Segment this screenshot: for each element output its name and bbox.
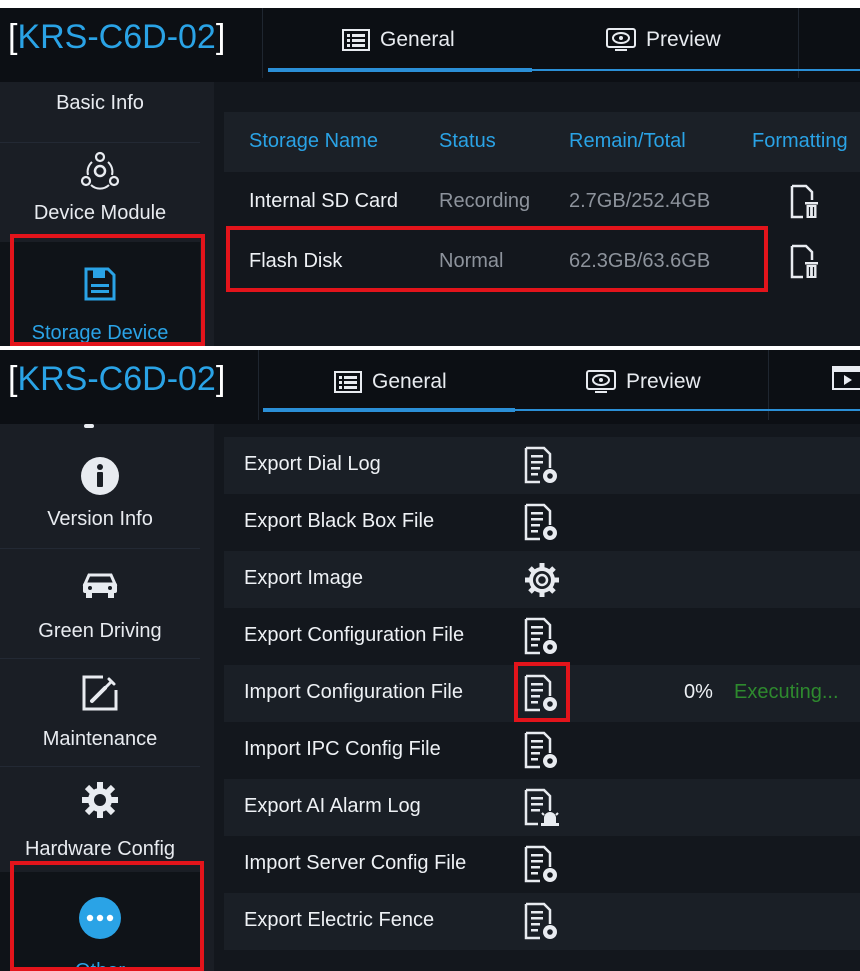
option-label: Import Configuration File: [244, 681, 463, 703]
maintenance-icon: [82, 675, 118, 711]
highlight-box: [226, 226, 768, 292]
sidebar-item-hardware-config[interactable]: Hardware Config: [0, 768, 200, 872]
list-item[interactable]: Import Server Config File: [224, 836, 860, 893]
sidebar-item-label: Hardware Config: [24, 838, 176, 860]
option-label: Export Electric Fence: [244, 909, 435, 931]
list-item[interactable]: Export AI Alarm Log: [224, 779, 860, 836]
camera-gear-icon[interactable]: [522, 560, 562, 600]
bottom-header: [KRS-C6D-02] General Preview: [0, 350, 860, 424]
sidebar-item-basic-info[interactable]: Basic Info: [0, 82, 200, 146]
sidebar-item-version-info[interactable]: Version Info: [0, 442, 200, 548]
sidebar-item-label: Basic Info: [56, 92, 144, 114]
storage-table: Storage Name Status Remain/Total Formatt…: [214, 82, 860, 346]
option-label: Import IPC Config File: [244, 738, 441, 760]
column-header: Remain/Total: [569, 130, 686, 152]
device-module-icon: [80, 151, 120, 190]
highlight-box: [10, 234, 205, 346]
doc-gear-icon[interactable]: [522, 902, 562, 942]
list-item[interactable]: Export Image: [224, 551, 860, 608]
column-header: Storage Name: [249, 130, 378, 152]
progress-status: Executing...: [734, 681, 839, 703]
doc-gear-icon[interactable]: [522, 446, 562, 486]
list-item[interactable]: Export Configuration File: [224, 608, 860, 665]
option-label: Export Image: [244, 567, 363, 589]
option-label: Import Server Config File: [244, 852, 467, 874]
list-item[interactable]: Import IPC Config File: [224, 722, 860, 779]
gear-icon: [82, 782, 118, 818]
progress-percent: 0%: [684, 681, 713, 703]
highlight-box: [10, 861, 204, 971]
format-trash-icon[interactable]: [790, 184, 820, 220]
option-label: Export AI Alarm Log: [244, 795, 421, 817]
doc-gear-icon[interactable]: [522, 617, 562, 657]
list-item[interactable]: Export Dial Log: [224, 437, 860, 494]
list-item[interactable]: Export Black Box File: [224, 494, 860, 551]
list-item[interactable]: Export Electric Fence: [224, 893, 860, 950]
doc-gear-icon[interactable]: [522, 503, 562, 543]
sidebar-item-label: Device Module: [33, 202, 167, 224]
storage-name: Internal SD Card: [249, 190, 398, 212]
table-header: Storage Name Status Remain/Total Formatt…: [224, 112, 860, 172]
option-label: Export Configuration File: [244, 624, 465, 646]
table-row: Internal SD Card Recording 2.7GB/252.4GB: [224, 172, 860, 232]
doc-alarm-icon[interactable]: [522, 788, 562, 828]
sidebar-item-green-driving[interactable]: Green Driving: [0, 550, 200, 658]
tab-preview[interactable]: Preview: [606, 20, 721, 60]
preview-tab-icon: [606, 28, 636, 51]
tab-general[interactable]: General: [342, 20, 455, 60]
option-label: Export Black Box File: [244, 510, 435, 532]
device-title: [KRS-C6D-02]: [8, 18, 226, 56]
playback-tab-icon[interactable]: [832, 366, 860, 390]
sidebar-item-device-module[interactable]: Device Module: [0, 146, 200, 238]
general-tab-icon: [334, 371, 362, 393]
device-title: [KRS-C6D-02]: [8, 360, 226, 398]
storage-remain-total: 2.7GB/252.4GB: [569, 190, 711, 212]
sidebar-item-label: Maintenance: [42, 728, 158, 750]
option-label: Export Dial Log: [244, 453, 381, 475]
car-icon: [82, 573, 118, 598]
preview-tab-icon: [586, 370, 616, 393]
doc-gear-icon[interactable]: [522, 845, 562, 885]
doc-gear-icon[interactable]: [522, 731, 562, 771]
storage-status: Recording: [439, 190, 531, 212]
info-icon: [81, 457, 119, 495]
tab-general[interactable]: General: [334, 362, 447, 402]
column-header: Formatting: [752, 130, 848, 152]
sidebar-item-label: Green Driving: [38, 620, 162, 642]
sidebar-item-label: Version Info: [47, 508, 153, 530]
other-screen: [KRS-C6D-02] General Preview Version Inf…: [0, 350, 860, 971]
general-tab-icon: [342, 29, 370, 51]
column-header: Status: [439, 130, 496, 152]
format-trash-icon[interactable]: [790, 244, 820, 280]
tab-preview[interactable]: Preview: [586, 362, 701, 402]
highlight-box: [514, 662, 570, 722]
sidebar-item-maintenance[interactable]: Maintenance: [0, 660, 200, 766]
storage-device-screen: [KRS-C6D-02] General Preview Basic Info …: [0, 8, 860, 346]
top-header: [KRS-C6D-02] General Preview: [0, 8, 860, 82]
